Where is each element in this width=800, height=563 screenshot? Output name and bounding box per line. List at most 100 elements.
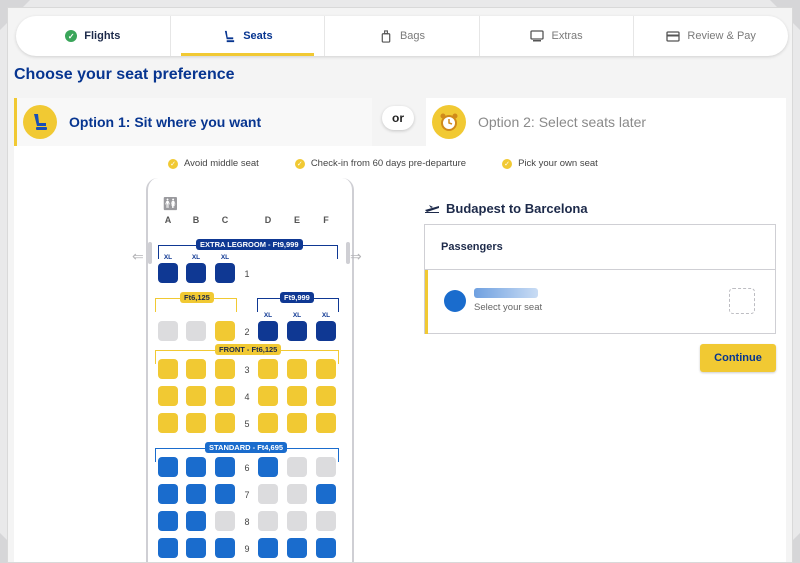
booking-stepper: ✓ Flights Seats Bags Extras Review & Pay [16, 16, 788, 56]
step-seats[interactable]: Seats [171, 16, 326, 56]
seat-4A[interactable] [158, 386, 178, 406]
exit-arrow-right-icon: ⇒ [350, 248, 362, 264]
plane-icon [424, 201, 440, 216]
step-label: Seats [243, 30, 273, 42]
option-select-seats-later[interactable]: Option 2: Select seats later [426, 98, 786, 146]
extras-icon [530, 29, 545, 43]
seat-1B[interactable] [186, 263, 206, 283]
option1-label: Option 1: Sit where you want [69, 114, 262, 130]
seat-9D[interactable] [258, 538, 278, 558]
seat-9C[interactable] [215, 538, 235, 558]
seat-icon [23, 105, 57, 139]
seat-4B[interactable] [186, 386, 206, 406]
option-sit-where-you-want[interactable]: Option 1: Sit where you want [14, 98, 372, 146]
seat-1A[interactable] [158, 263, 178, 283]
seat-8B[interactable] [186, 511, 206, 531]
xl-badge: XL [263, 312, 273, 319]
seat-7C[interactable] [215, 484, 235, 504]
continue-button[interactable]: Continue [700, 344, 776, 372]
seat-3A[interactable] [158, 359, 178, 379]
step-label: Extras [551, 30, 583, 42]
seat-2C[interactable] [215, 321, 235, 341]
seat-1C[interactable] [215, 263, 235, 283]
row-number: 9 [244, 544, 250, 554]
price-band-label: Ft6,125 [180, 292, 214, 303]
xl-badge: XL [220, 254, 230, 261]
seat-6D[interactable] [258, 457, 278, 477]
price-band-label: EXTRA LEGROOM - Ft9,999 [196, 239, 303, 250]
seat-4E[interactable] [287, 386, 307, 406]
price-band-label: STANDARD - Ft4,695 [205, 442, 288, 453]
seat-6A[interactable] [158, 457, 178, 477]
seat-5D[interactable] [258, 413, 278, 433]
seat-5B[interactable] [186, 413, 206, 433]
seat-5E[interactable] [287, 413, 307, 433]
seat-7A[interactable] [158, 484, 178, 504]
seat-7D [258, 484, 278, 504]
seat-6C[interactable] [215, 457, 235, 477]
seat-2F[interactable] [316, 321, 336, 341]
seat-4D[interactable] [258, 386, 278, 406]
seat-7E [287, 484, 307, 504]
seat-9E[interactable] [287, 538, 307, 558]
page-title: Choose your seat preference [14, 66, 235, 83]
passenger-name-redacted [474, 288, 538, 298]
column-letter: B [192, 215, 200, 225]
seat-5F[interactable] [316, 413, 336, 433]
xl-badge: XL [163, 254, 173, 261]
seat-5C[interactable] [215, 413, 235, 433]
seat-9F[interactable] [316, 538, 336, 558]
alarm-clock-icon [432, 105, 466, 139]
row-number: 8 [244, 517, 250, 527]
seat-2D[interactable] [258, 321, 278, 341]
seat-3E[interactable] [287, 359, 307, 379]
seat-3F[interactable] [316, 359, 336, 379]
step-bags[interactable]: Bags [325, 16, 480, 56]
seat-3D[interactable] [258, 359, 278, 379]
step-extras[interactable]: Extras [480, 16, 635, 56]
column-letter: F [323, 215, 329, 225]
check-icon: ✓ [294, 158, 305, 169]
price-band-label: Ft9,999 [280, 292, 314, 303]
check-circle-icon: ✓ [65, 30, 78, 42]
exit-door [148, 242, 152, 264]
benefit-label: Check-in from 60 days pre-departure [310, 158, 467, 169]
seat-9B[interactable] [186, 538, 206, 558]
seat-2E[interactable] [287, 321, 307, 341]
column-letter: D [264, 215, 272, 225]
step-flights[interactable]: ✓ Flights [16, 16, 171, 56]
seat-selection-panel [14, 146, 786, 562]
xl-badge: XL [292, 312, 302, 319]
booking-page: ✓ Flights Seats Bags Extras Review & Pay… [7, 7, 793, 563]
xl-badge: XL [321, 312, 331, 319]
seat-5A[interactable] [158, 413, 178, 433]
seat-slot[interactable] [729, 288, 755, 314]
seat-7B[interactable] [186, 484, 206, 504]
passenger-row[interactable]: Select your seat [425, 270, 775, 334]
seat-4C[interactable] [215, 386, 235, 406]
row-number: 3 [244, 365, 250, 375]
seat-6B[interactable] [186, 457, 206, 477]
seat-2A [158, 321, 178, 341]
seat-3B[interactable] [186, 359, 206, 379]
passenger-seat-status: Select your seat [474, 302, 543, 313]
row-number: 5 [244, 419, 250, 429]
step-label: Bags [399, 30, 426, 42]
seat-8A[interactable] [158, 511, 178, 531]
step-review-pay[interactable]: Review & Pay [634, 16, 788, 56]
seat-6E [287, 457, 307, 477]
seat-4F[interactable] [316, 386, 336, 406]
seat-icon [222, 29, 236, 43]
seat-7F[interactable] [316, 484, 336, 504]
xl-badge: XL [191, 254, 201, 261]
card-icon [666, 29, 681, 43]
seat-9A[interactable] [158, 538, 178, 558]
or-badge: or [382, 106, 414, 130]
row-number: 7 [244, 490, 250, 500]
benefits-list: ✓ Avoid middle seat ✓ Check-in from 60 day… [168, 158, 598, 169]
seat-6F [316, 457, 336, 477]
exit-arrow-left-icon: ⇐ [132, 248, 144, 264]
check-icon: ✓ [502, 158, 513, 169]
seat-3C[interactable] [215, 359, 235, 379]
seat-8F [316, 511, 336, 531]
